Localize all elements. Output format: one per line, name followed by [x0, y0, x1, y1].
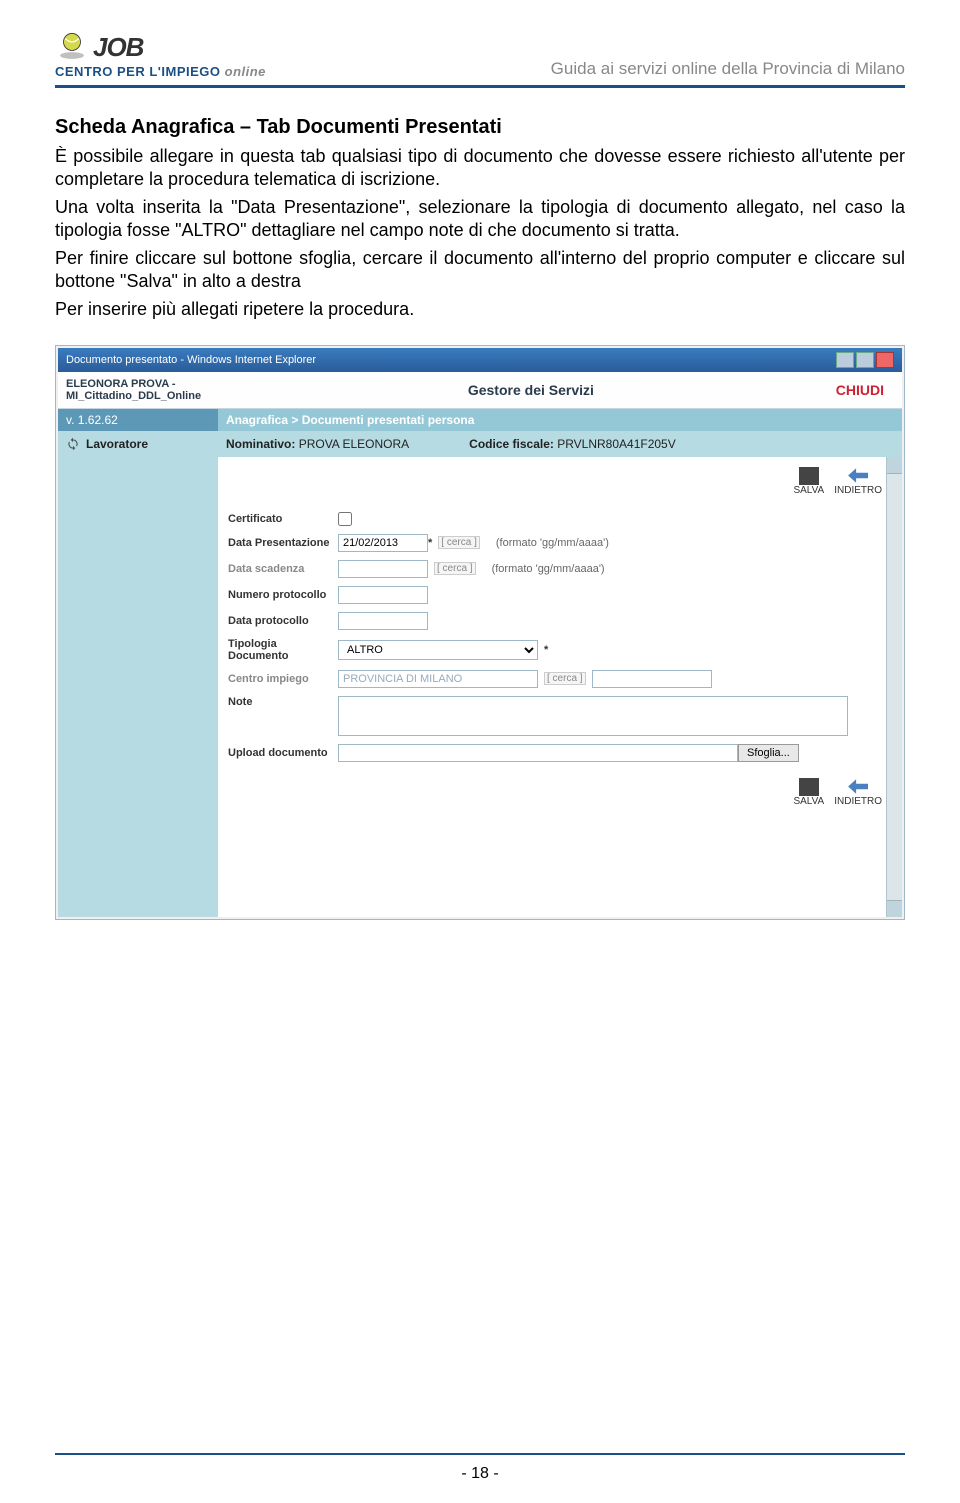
cerca-button-1[interactable]: [ cerca ] [438, 536, 480, 549]
note-label: Note [228, 696, 338, 708]
window-title: Documento presentato - Windows Internet … [66, 354, 316, 366]
date-hint-2: (formato 'gg/mm/aaaa') [492, 563, 605, 575]
required-mark-2: * [544, 644, 548, 656]
save-icon [799, 778, 819, 796]
embedded-screenshot: Documento presentato - Windows Internet … [55, 345, 905, 920]
refresh-icon [66, 437, 80, 451]
vertical-scrollbar[interactable] [886, 457, 902, 917]
data-presentazione-label: Data Presentazione [228, 537, 338, 549]
sidebar [58, 457, 218, 917]
data-scadenza-label: Data scadenza [228, 563, 338, 575]
brand-subtext: CENTRO PER L'IMPIEGO online [55, 64, 266, 79]
salva-button-top[interactable]: SALVA [793, 467, 824, 496]
upload-path-input[interactable] [338, 744, 738, 762]
numero-protocollo-label: Numero protocollo [228, 589, 338, 601]
breadcrumb-row: v. 1.62.62 Anagrafica > Documenti presen… [58, 409, 902, 431]
logo: JOB CENTRO PER L'IMPIEGO online [55, 30, 266, 79]
centro-impiego-label: Centro impiego [228, 673, 338, 685]
brand-text: JOB [93, 32, 143, 63]
app-toolbar: ELEONORA PROVA - MI_Cittadino_DDL_Online… [58, 372, 902, 409]
identity-row: Lavoratore Nominativo: PROVA ELEONORA Co… [58, 431, 902, 457]
cerca-button-2[interactable]: [ cerca ] [434, 562, 476, 575]
data-protocollo-label: Data protocollo [228, 615, 338, 627]
upload-label: Upload documento [228, 747, 338, 759]
minimize-icon[interactable] [836, 352, 854, 368]
numero-protocollo-input[interactable] [338, 586, 428, 604]
section-title: Scheda Anagrafica – Tab Documenti Presen… [55, 116, 905, 139]
centro-impiego-input [338, 670, 538, 688]
window-buttons [836, 352, 894, 368]
data-presentazione-input[interactable] [338, 534, 428, 552]
tipologia-select[interactable]: ALTRO [338, 640, 538, 660]
back-icon [848, 778, 868, 796]
maximize-icon[interactable] [856, 352, 874, 368]
certificato-checkbox[interactable] [338, 512, 352, 526]
centro-impiego-extra[interactable] [592, 670, 712, 688]
page-header: JOB CENTRO PER L'IMPIEGO online Guida ai… [55, 30, 905, 88]
required-mark: * [428, 537, 432, 549]
page-footer: - 18 - [55, 1453, 905, 1483]
back-icon [848, 467, 868, 485]
date-hint-1: (formato 'gg/mm/aaaa') [496, 537, 609, 549]
paragraph-3: Per finire cliccare sul bottone sfoglia,… [55, 247, 905, 292]
form-panel: SALVA INDIETRO Certificato Data Presenta… [218, 457, 902, 917]
note-textarea[interactable] [338, 696, 848, 736]
salva-button-bottom[interactable]: SALVA [793, 778, 824, 807]
version-label: v. 1.62.62 [58, 409, 218, 431]
user-identity: ELEONORA PROVA - MI_Cittadino_DDL_Online [66, 378, 226, 402]
certificato-label: Certificato [228, 513, 338, 525]
breadcrumb: Anagrafica > Documenti presentati person… [218, 409, 902, 431]
lavoratore-tab[interactable]: Lavoratore [58, 431, 218, 457]
save-icon [799, 467, 819, 485]
app-title: Gestore dei Servizi [226, 382, 836, 398]
paragraph-2: Una volta inserita la "Data Presentazion… [55, 196, 905, 241]
cerca-button-3[interactable]: [ cerca ] [544, 672, 586, 685]
close-icon[interactable] [876, 352, 894, 368]
paragraph-4: Per inserire più allegati ripetere la pr… [55, 298, 905, 321]
indietro-button-top[interactable]: INDIETRO [834, 467, 882, 496]
sfoglia-button[interactable]: Sfoglia... [738, 744, 799, 762]
paragraph-1: È possibile allegare in questa tab quals… [55, 145, 905, 190]
indietro-button-bottom[interactable]: INDIETRO [834, 778, 882, 807]
codice-fiscale-value: PRVLNR80A41F205V [557, 437, 676, 451]
window-titlebar: Documento presentato - Windows Internet … [58, 348, 902, 372]
header-guide-title: Guida ai servizi online della Provincia … [551, 59, 905, 79]
chiudi-link[interactable]: CHIUDI [836, 382, 894, 398]
data-scadenza-input[interactable] [338, 560, 428, 578]
data-protocollo-input[interactable] [338, 612, 428, 630]
tipologia-label: Tipologia Documento [228, 638, 338, 662]
tennis-ball-icon [55, 30, 89, 64]
nominativo-value: PROVA ELEONORA [299, 437, 409, 451]
page-number: - 18 - [461, 1465, 498, 1482]
